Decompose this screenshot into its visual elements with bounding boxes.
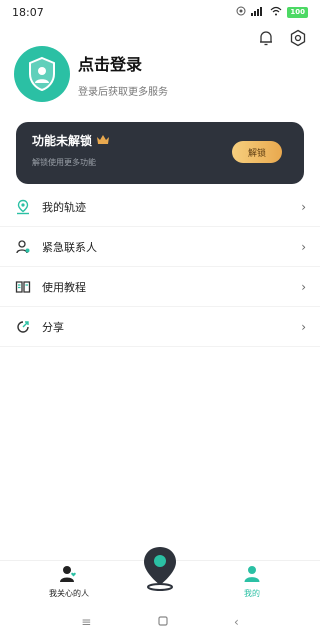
home-square-icon[interactable]: [158, 615, 168, 629]
chevron-right-icon: ›: [301, 199, 306, 214]
tab-people-i-care[interactable]: 我关心的人: [44, 565, 94, 599]
unlock-card[interactable]: 功能未解锁 解锁使用更多功能 解锁: [16, 122, 304, 184]
share-icon: [14, 318, 32, 336]
top-actions: [256, 28, 308, 48]
status-time: 18:07: [12, 5, 44, 19]
shield-user-icon: [29, 56, 55, 92]
location-pin-icon: [14, 198, 32, 216]
signal-icon: [251, 6, 265, 19]
wifi-icon: [270, 6, 282, 19]
login-title[interactable]: 点击登录: [78, 51, 168, 75]
menu-label-track: 我的轨迹: [42, 200, 86, 214]
settings-gear-icon[interactable]: [288, 28, 308, 48]
unlock-card-title: 功能未解锁: [32, 134, 93, 148]
menu-item-share[interactable]: 分享 ›: [0, 307, 320, 347]
status-icons: 100: [236, 6, 308, 19]
bell-icon[interactable]: [256, 28, 276, 48]
book-icon: [14, 278, 32, 296]
center-locate-button[interactable]: [140, 545, 180, 593]
chevron-right-icon: ›: [301, 279, 306, 294]
login-subtitle: 登录后获取更多服务: [78, 86, 168, 98]
people-heart-icon: [59, 566, 79, 587]
profile-header[interactable]: 点击登录 登录后获取更多服务: [14, 46, 168, 102]
menu-item-track[interactable]: 我的轨迹 ›: [0, 187, 320, 227]
system-navigation-bar: ≡ ‹: [0, 604, 320, 640]
crown-icon: [96, 134, 110, 148]
battery-indicator: 100: [287, 6, 308, 18]
menu-label-emergency-contacts: 紧急联系人: [42, 240, 97, 254]
avatar[interactable]: [14, 46, 70, 102]
emergency-contact-icon: [14, 238, 32, 256]
chevron-right-icon: ›: [301, 319, 306, 334]
menu-item-emergency-contacts[interactable]: 紧急联系人 ›: [0, 227, 320, 267]
bottom-navigation: 我关心的人 我的: [0, 547, 320, 604]
menu-label-tutorial: 使用教程: [42, 280, 86, 294]
status-bar: 18:07 100: [0, 0, 320, 24]
person-icon: [243, 566, 261, 587]
tab-mine[interactable]: 我的: [232, 565, 272, 599]
menu-label-share: 分享: [42, 320, 64, 334]
tab-label-people-i-care: 我关心的人: [49, 589, 89, 598]
menu-item-tutorial[interactable]: 使用教程 ›: [0, 267, 320, 307]
hotspot-icon: [236, 6, 246, 19]
tab-label-mine: 我的: [244, 589, 260, 598]
unlock-button[interactable]: 解锁: [232, 141, 282, 163]
location-marker-icon: [140, 545, 180, 593]
menu-lines-icon[interactable]: ≡: [81, 615, 91, 629]
menu-list: 我的轨迹 › 紧急联系人 › 使用教程 › 分享 ›: [0, 187, 320, 347]
back-arrow-icon[interactable]: ‹: [234, 615, 239, 629]
chevron-right-icon: ›: [301, 239, 306, 254]
